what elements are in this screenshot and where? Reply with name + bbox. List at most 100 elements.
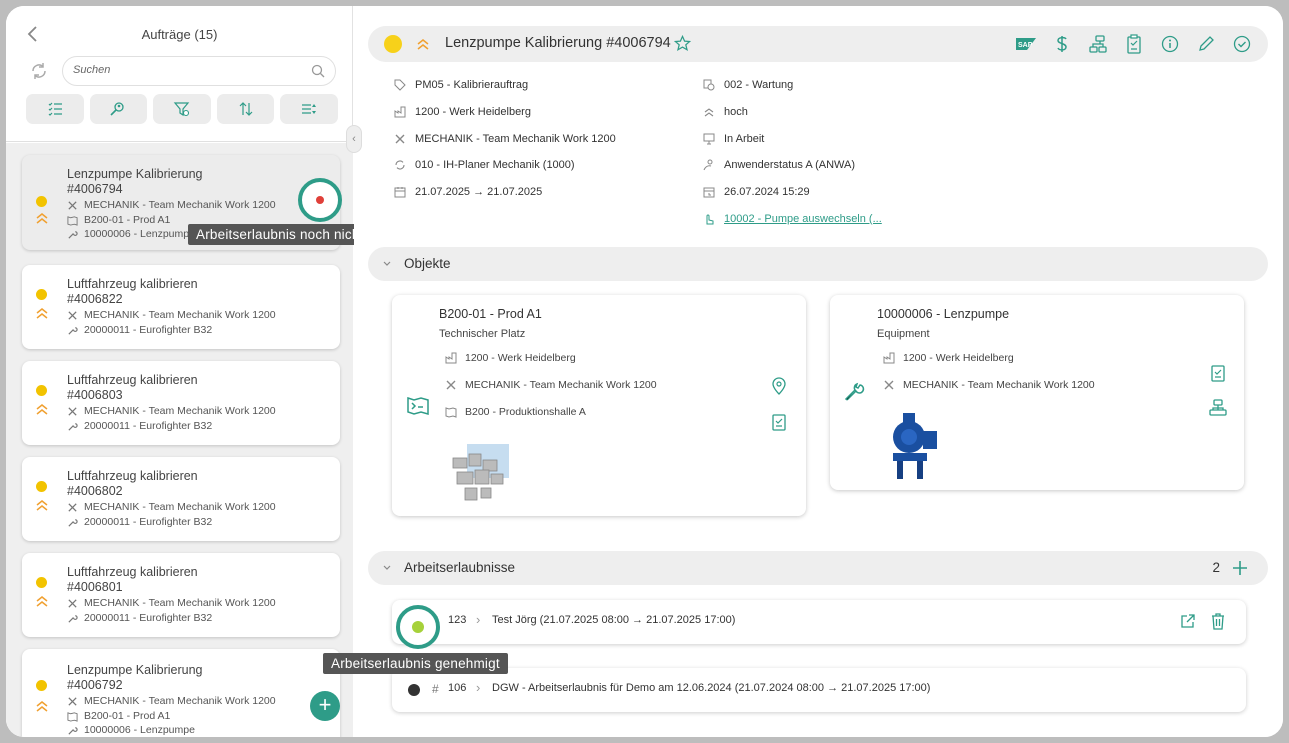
search-icon[interactable] <box>311 64 325 78</box>
order-team: MECHANIK - Team Mechanik Work 1200 <box>67 501 276 513</box>
order-title: Luftfahrzeug kalibrieren <box>67 277 198 291</box>
clipboard-icon[interactable] <box>1123 33 1144 54</box>
notification-link-text[interactable]: 10002 - Pumpe auswechseln (... <box>724 213 882 225</box>
priority-label: hoch <box>724 106 748 119</box>
priority-high-icon <box>704 108 714 117</box>
check-circle-icon[interactable] <box>1231 33 1252 54</box>
star-icon[interactable] <box>674 35 691 52</box>
order-location: B200-01 - Prod A1 <box>67 214 170 226</box>
collapse-panel-handle[interactable]: ‹ <box>346 125 362 153</box>
tools-icon <box>68 200 77 210</box>
search-input[interactable] <box>73 64 303 76</box>
created-date: 26.07.2024 15:29 <box>703 179 882 206</box>
order-location-label: B200-01 - Prod A1 <box>84 214 171 226</box>
order-info-right: 002 - Wartung hoch In Arbeit Anwendersta… <box>703 72 882 232</box>
object-card-equipment[interactable]: 10000006 - Lenzpumpe Equipment 1200 - We… <box>830 295 1244 490</box>
order-team: MECHANIK - Team Mechanik Work 1200 <box>67 695 276 707</box>
plant-label: 1200 - Werk Heidelberg <box>415 106 531 119</box>
wrench-icon <box>68 726 78 735</box>
priority-high-icon <box>36 404 48 415</box>
object-work-center-label: MECHANIK - Team Mechanik Work 1200 <box>465 379 657 391</box>
wrench-icon <box>844 382 865 401</box>
cycle-icon <box>395 160 405 170</box>
order-detail-title: Lenzpumpe Kalibrierung #4006794 <box>445 35 671 51</box>
order-team-label: MECHANIK - Team Mechanik Work 1200 <box>84 695 276 707</box>
status-dot <box>36 577 47 588</box>
order-equipment-label: 20000011 - Eurofighter B32 <box>84 612 213 624</box>
order-team: MECHANIK - Team Mechanik Work 1200 <box>67 405 276 417</box>
order-card[interactable]: Luftfahrzeug kalibrieren #4006802 MECHAN… <box>22 457 340 541</box>
map-icon <box>67 215 78 226</box>
hierarchy-icon[interactable] <box>1208 399 1228 417</box>
order-title: Luftfahrzeug kalibrieren <box>67 469 198 483</box>
order-team: MECHANIK - Team Mechanik Work 1200 <box>67 309 276 321</box>
location-pin-icon[interactable] <box>772 377 786 395</box>
priority: hoch <box>703 99 882 126</box>
calendar-icon <box>394 187 406 198</box>
order-list-panel: Aufträge (15) Suchen Lenzpumpe Kalibrier… <box>6 6 441 737</box>
factory-icon <box>445 352 457 364</box>
priority-high-icon <box>36 701 48 712</box>
detail-header: Lenzpumpe Kalibrierung #4006794 SAP <box>368 26 1268 62</box>
permits-section-title: Arbeitserlaubnisse <box>404 560 516 575</box>
planner-group: 010 - IH-Planer Mechanik (1000) <box>394 152 616 179</box>
add-permit-icon[interactable] <box>1230 558 1250 578</box>
permit-tooltip: Arbeitserlaubnis genehmigt <box>323 653 508 674</box>
order-equipment: 10000006 - Lenzpumpe <box>67 724 195 736</box>
clipboard-icon[interactable] <box>771 413 787 431</box>
clipboard-icon[interactable] <box>1210 364 1226 382</box>
order-card[interactable]: Luftfahrzeug kalibrieren #4006822 MECHAN… <box>22 265 340 349</box>
add-order-button[interactable]: + <box>310 691 340 721</box>
objects-section-header[interactable]: Objekte <box>368 247 1268 281</box>
checklist-filter-button[interactable] <box>26 94 84 124</box>
filter-settings-button[interactable] <box>153 94 211 124</box>
sap-icon[interactable]: SAP <box>1015 33 1036 54</box>
permit-row[interactable]: # 106 › DGW - Arbeitserlaubnis für Demo … <box>392 668 1246 712</box>
object-work-center: MECHANIK - Team Mechanik Work 1200 <box>445 379 657 391</box>
permit-row[interactable]: # 123 › Test Jörg (21.07.2025 08:00 → 21… <box>392 600 1246 644</box>
order-equipment: 20000011 - Eurofighter B32 <box>67 420 212 432</box>
order-equipment-label: 20000011 - Eurofighter B32 <box>84 420 213 432</box>
sort-button[interactable] <box>216 94 275 124</box>
permit-status-indicator[interactable] <box>396 605 440 649</box>
object-plant-label: 1200 - Werk Heidelberg <box>465 352 576 364</box>
chevron-right-icon: › <box>476 680 481 695</box>
activity-type: 002 - Wartung <box>703 72 882 99</box>
trash-icon[interactable] <box>1210 612 1226 630</box>
people-search-button[interactable] <box>89 94 148 124</box>
object-type: Equipment <box>877 328 930 340</box>
tag-icon <box>394 79 406 92</box>
object-work-center: MECHANIK - Team Mechanik Work 1200 <box>883 379 1095 391</box>
tools-icon <box>395 134 405 144</box>
activity-type-label: 002 - Wartung <box>724 79 794 92</box>
list-order-button[interactable] <box>280 94 338 124</box>
wrench-icon <box>68 518 78 527</box>
functional-location-icon <box>407 396 429 415</box>
wrench-icon <box>68 326 78 335</box>
permit-status-indicator[interactable] <box>298 178 342 222</box>
order-number: #4006794 <box>67 182 123 196</box>
order-card[interactable]: Lenzpumpe Kalibrierung #4006792 MECHANIK… <box>22 649 340 737</box>
permit-description: DGW - Arbeitserlaubnis für Demo am 12.06… <box>492 682 931 694</box>
order-card[interactable]: Luftfahrzeug kalibrieren #4006801 MECHAN… <box>22 553 340 637</box>
tools-icon <box>68 598 77 608</box>
refresh-icon[interactable] <box>30 62 50 82</box>
activity-icon <box>703 79 715 91</box>
info-icon[interactable] <box>1159 33 1180 54</box>
dollar-icon[interactable] <box>1051 33 1072 54</box>
permits-section-header[interactable]: Arbeitserlaubnisse 2 <box>368 551 1268 585</box>
hierarchy-icon[interactable] <box>1087 33 1108 54</box>
status-dot <box>36 289 47 300</box>
order-equipment-label: 10000006 - Lenzpumpe <box>84 228 195 240</box>
planner-group-label: 010 - IH-Planer Mechanik (1000) <box>415 159 575 172</box>
order-team-label: MECHANIK - Team Mechanik Work 1200 <box>84 199 276 211</box>
pencil-icon[interactable] <box>1195 33 1216 54</box>
order-number: #4006803 <box>67 388 123 402</box>
hash-icon: # <box>432 682 439 696</box>
tools-icon <box>68 502 77 512</box>
open-external-icon[interactable] <box>1180 613 1196 629</box>
order-card[interactable]: Luftfahrzeug kalibrieren #4006803 MECHAN… <box>22 361 340 445</box>
tools-icon <box>68 696 77 706</box>
permit-status-dot <box>408 684 420 696</box>
object-card-functional-location[interactable]: B200-01 - Prod A1 Technischer Platz 1200… <box>392 295 806 516</box>
